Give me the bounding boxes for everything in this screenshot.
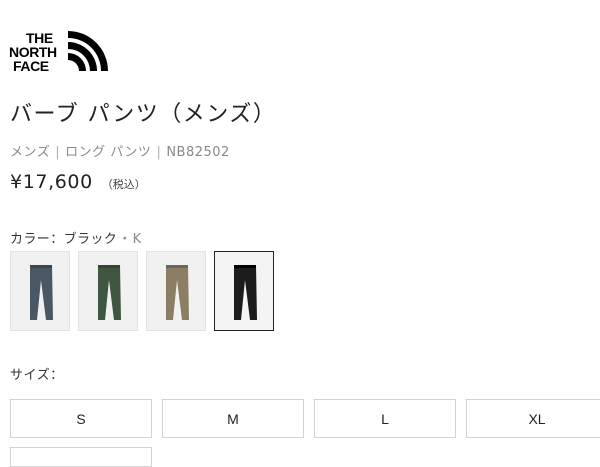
color-swatch-dark-green[interactable] <box>78 251 138 331</box>
size-label: サイズ： <box>10 368 64 383</box>
pants-icon <box>166 265 189 320</box>
pants-icon <box>30 265 53 320</box>
pants-icon <box>234 265 257 320</box>
size-button-l[interactable]: L <box>314 399 456 438</box>
size-button-m[interactable]: M <box>162 399 304 438</box>
product-title: バーブ パンツ（メンズ） <box>10 102 277 127</box>
logo-text-line2: NORTH <box>9 44 57 60</box>
color-label-prefix: カラー： <box>10 232 64 247</box>
logo-text-line1: THE <box>26 30 53 46</box>
meta-separator: | <box>55 145 61 160</box>
category-link[interactable]: メンズ <box>10 145 50 160</box>
subcategory-link[interactable]: ロング パンツ <box>65 145 151 160</box>
size-button-s[interactable]: S <box>10 399 152 438</box>
meta-separator: | <box>156 145 162 160</box>
product-meta: メンズ | ロング パンツ | NB82502 <box>10 141 230 160</box>
color-dot: ・ <box>118 232 132 247</box>
size-button-xl[interactable]: XL <box>466 399 600 438</box>
product-sku: NB82502 <box>166 145 230 160</box>
color-label: カラー：ブラック・K <box>10 228 142 247</box>
tax-note: （税込） <box>101 178 146 191</box>
half-dome-icon <box>68 31 108 71</box>
color-swatch-black[interactable] <box>214 251 274 331</box>
brand-logo[interactable]: THE NORTH FACE <box>9 30 108 74</box>
color-swatch-khaki[interactable] <box>146 251 206 331</box>
price-row: ¥17,600 （税込） <box>10 171 146 193</box>
logo-text-line3: FACE <box>13 58 49 74</box>
color-swatch-blue-gray[interactable] <box>10 251 70 331</box>
selected-color-name: ブラック <box>63 232 118 247</box>
selected-color-code: K <box>132 232 142 247</box>
product-price: ¥17,600 <box>10 171 93 193</box>
size-button-next[interactable] <box>10 447 152 467</box>
pants-icon <box>98 265 121 320</box>
